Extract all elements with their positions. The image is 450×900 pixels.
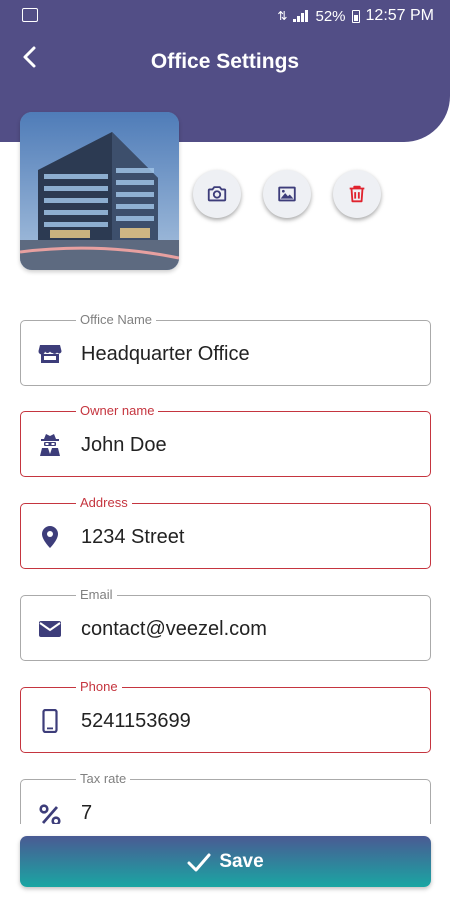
field-label: Office Name bbox=[76, 312, 157, 328]
percent-icon bbox=[37, 802, 63, 824]
office-photo[interactable] bbox=[20, 112, 179, 270]
page-title: Office Settings bbox=[150, 50, 300, 73]
field-label: Email bbox=[76, 587, 117, 603]
battery-percent: 52% bbox=[315, 7, 346, 25]
save-button-label: Save bbox=[219, 850, 264, 872]
field-label: Tax rate bbox=[76, 771, 131, 787]
check-icon bbox=[187, 853, 211, 871]
clock: 12:57 PM bbox=[365, 7, 434, 24]
gallery-notification-icon bbox=[22, 8, 38, 22]
tax-rate-field[interactable]: Tax rate 7 bbox=[20, 771, 431, 824]
delete-photo-button[interactable] bbox=[333, 170, 381, 218]
image-icon bbox=[278, 186, 296, 202]
signal-icon bbox=[293, 10, 309, 22]
tax-rate-input[interactable]: 7 bbox=[81, 801, 92, 824]
field-label: Address bbox=[76, 495, 132, 511]
owner-name-input[interactable]: John Doe bbox=[81, 433, 167, 457]
trash-icon bbox=[349, 185, 365, 203]
battery-icon bbox=[351, 9, 360, 23]
address-field[interactable]: Address 1234 Street bbox=[20, 495, 431, 569]
email-field[interactable]: Email contact@veezel.com bbox=[20, 587, 431, 661]
phone-input[interactable]: 5241153699 bbox=[81, 709, 191, 733]
status-bar: ⇅ 52% 12:57 PM bbox=[0, 0, 450, 32]
store-icon bbox=[37, 341, 63, 367]
camera-button[interactable] bbox=[193, 170, 241, 218]
owner-name-field[interactable]: Owner name John Doe bbox=[20, 403, 431, 477]
user-secret-icon bbox=[37, 432, 63, 458]
field-label: Phone bbox=[76, 679, 122, 695]
mobile-icon bbox=[37, 708, 63, 734]
office-name-input[interactable]: Headquarter Office bbox=[81, 342, 250, 366]
envelope-icon bbox=[37, 616, 63, 642]
scroll-content[interactable]: ⇅ 52% 12:57 PM Office Settings Office Na… bbox=[0, 0, 450, 824]
email-input[interactable]: contact@veezel.com bbox=[81, 617, 267, 641]
phone-field[interactable]: Phone 5241153699 bbox=[20, 679, 431, 753]
office-name-field[interactable]: Office Name Headquarter Office bbox=[20, 312, 431, 386]
save-button[interactable]: Save bbox=[20, 836, 431, 887]
camera-icon bbox=[207, 186, 227, 202]
gallery-button[interactable] bbox=[263, 170, 311, 218]
data-arrows-icon: ⇅ bbox=[277, 9, 288, 23]
address-input[interactable]: 1234 Street bbox=[81, 525, 184, 549]
map-marker-icon bbox=[37, 524, 63, 550]
field-label: Owner name bbox=[76, 403, 159, 419]
